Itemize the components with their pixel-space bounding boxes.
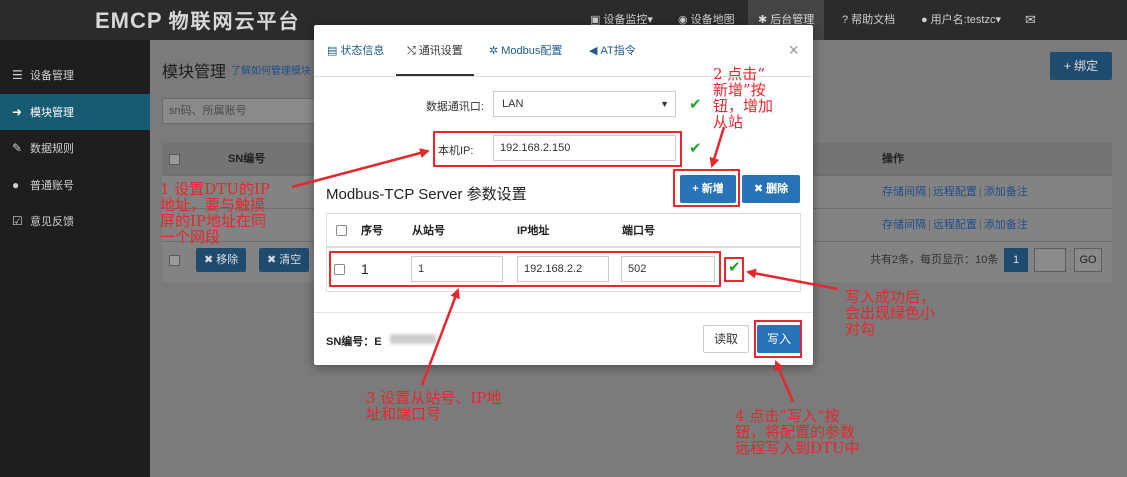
pencil-icon: ✎ [12,141,23,155]
help-link[interactable]: 了解如何管理模块 [231,62,311,77]
tab-status-info[interactable]: ▤ 状态信息 [316,25,395,77]
remote-config-link[interactable]: 远程配置 [933,219,977,231]
pager-summary: 共有2条，每页显示：10条 [870,254,999,266]
sn-value-redacted [390,334,436,344]
envelope-icon: ✉ [1025,12,1036,27]
port-select[interactable]: LAN ▼ [493,91,676,117]
column-header-port: 端口号 [622,225,655,237]
page-title: 模块管理 [162,64,227,81]
nav-user-label: 用户名:testzc [930,14,996,26]
select-all-checkbox[interactable] [336,225,347,236]
remote-config-link[interactable]: 远程配置 [933,186,977,198]
sidebar-item-label: 设备管理 [30,70,74,82]
storage-interval-link[interactable]: 存储间隔 [882,219,926,231]
footer-checkbox[interactable] [169,255,180,266]
column-header-sn: SN编号 [228,153,266,165]
pager-page-1[interactable]: 1 [1004,248,1028,272]
user-icon: ● [921,14,928,26]
sidebar-item-label: 普通账号 [30,180,74,192]
close-icon[interactable]: × [788,40,799,61]
user-icon: ● [12,178,20,192]
question-icon: ? [842,14,849,26]
port-label: 数据通讯口: [425,101,484,113]
row-actions: 存储间隔 | 远程配置 | 添加备注 [882,219,1028,231]
pager-jump-input[interactable] [1034,248,1066,272]
column-header-index: 序号 [361,225,383,237]
select-all-checkbox[interactable] [169,154,180,165]
column-header-ip: IP地址 [517,225,550,237]
sidebar-item-module-management[interactable]: ➜ 模块管理 [0,94,150,130]
remove-button[interactable]: ✖ 移除 [196,248,247,272]
annotation-step-3: 3 设置从站号、IP地 址和端口号 [366,389,502,423]
list-icon: ☰ [12,68,23,82]
storage-interval-link[interactable]: 存储间隔 [882,186,926,198]
highlight-success-check [724,257,744,282]
gear-icon: ✲ [489,45,499,57]
sidebar-item-data-rules[interactable]: ✎ 数据规则 [0,130,150,166]
add-note-link[interactable]: 添加备注 [984,186,1028,198]
nav-user-menu[interactable]: ● 用户名:testzc▾ [921,0,1001,40]
edit-icon: ☑ [12,214,23,228]
sidebar-item-normal-accounts[interactable]: ● 普通账号 [0,167,150,203]
chevron-down-icon: ▼ [660,99,669,109]
app-logo[interactable]: EMCP 物联网云平台 [95,5,301,34]
check-icon: ✔ [689,96,702,113]
sign-in-icon: ➜ [12,105,23,119]
chevron-down-icon: ▾ [995,14,1001,26]
logo-text: EMCP [95,8,163,33]
nav-help-docs-label: 帮助文档 [851,14,896,26]
tab-label: AT指令 [600,45,636,57]
highlight-add-button [673,169,740,207]
read-button[interactable]: 读取 [703,325,749,353]
sidebar-item-feedback[interactable]: ☑ 意见反馈 [0,203,150,239]
tab-label: 通讯设置 [418,45,463,57]
sidebar-item-device-management[interactable]: ☰ 设备管理 [0,57,150,93]
row-actions: 存储间隔 | 远程配置 | 添加备注 [882,186,1028,198]
shuffle-icon: ⤭ [407,45,416,57]
nav-messages[interactable]: ✉ [1025,0,1036,40]
tab-label: 状态信息 [340,45,385,57]
logo-cn-text: 物联网云平台 [168,11,301,33]
add-note-link[interactable]: 添加备注 [984,219,1028,231]
clear-button[interactable]: ✖ 清空 [259,248,310,272]
table-header: 序号 从站号 IP地址 端口号 [327,214,800,248]
sidebar: ☰ 设备管理 ➜ 模块管理 ✎ 数据规则 ● 普通账号 ☑ 意见反馈 [0,40,150,477]
status-icon: ▤ [327,45,338,57]
section-title: Modbus-TCP Server 参数设置 [326,186,527,203]
delete-button[interactable]: ✖ 删除 [742,175,800,203]
tab-label: Modbus配置 [501,45,563,57]
annotation-step-1: 1 设置DTU的IP 地址，要与触摸 屏的IP地址在同 一个网段 [160,180,271,246]
column-header-slave: 从站号 [412,225,445,237]
highlight-ip-field [433,131,682,167]
column-header-ops: 操作 [882,153,904,165]
sidebar-item-label: 模块管理 [30,107,74,119]
sn-label: SN编号：E [326,336,382,348]
nav-help-docs[interactable]: ? 帮助文档 [842,0,895,40]
bind-button[interactable]: + 绑定 [1050,52,1112,80]
sidebar-item-label: 数据规则 [30,143,74,155]
highlight-write-button [754,320,802,358]
pager-go-button[interactable]: GO [1074,248,1102,272]
annotation-step-4: 4 点击“写入”按 钮，将配置的参数 远程写入到DTU中 [735,407,860,457]
highlight-slave-row [329,251,721,287]
search-input[interactable]: sn码、所属账号 [162,98,322,124]
modal-footer-divider [314,312,813,313]
tab-comm-settings[interactable]: ⤭ 通讯设置 [396,25,474,76]
port-select-value: LAN [502,98,524,110]
tab-at-commands[interactable]: ◀ AT指令 [578,25,647,77]
annotation-step-2: 2 点击“ 新增”按 钮，增加 从站 [713,65,774,131]
send-icon: ◀ [589,45,598,57]
tab-modbus-config[interactable]: ✲ Modbus配置 [478,25,573,77]
sidebar-item-label: 意见反馈 [30,216,74,228]
check-icon: ✔ [689,140,702,157]
annotation-success-note: 写入成功后， 会出现绿色小 对勾 [845,288,936,338]
